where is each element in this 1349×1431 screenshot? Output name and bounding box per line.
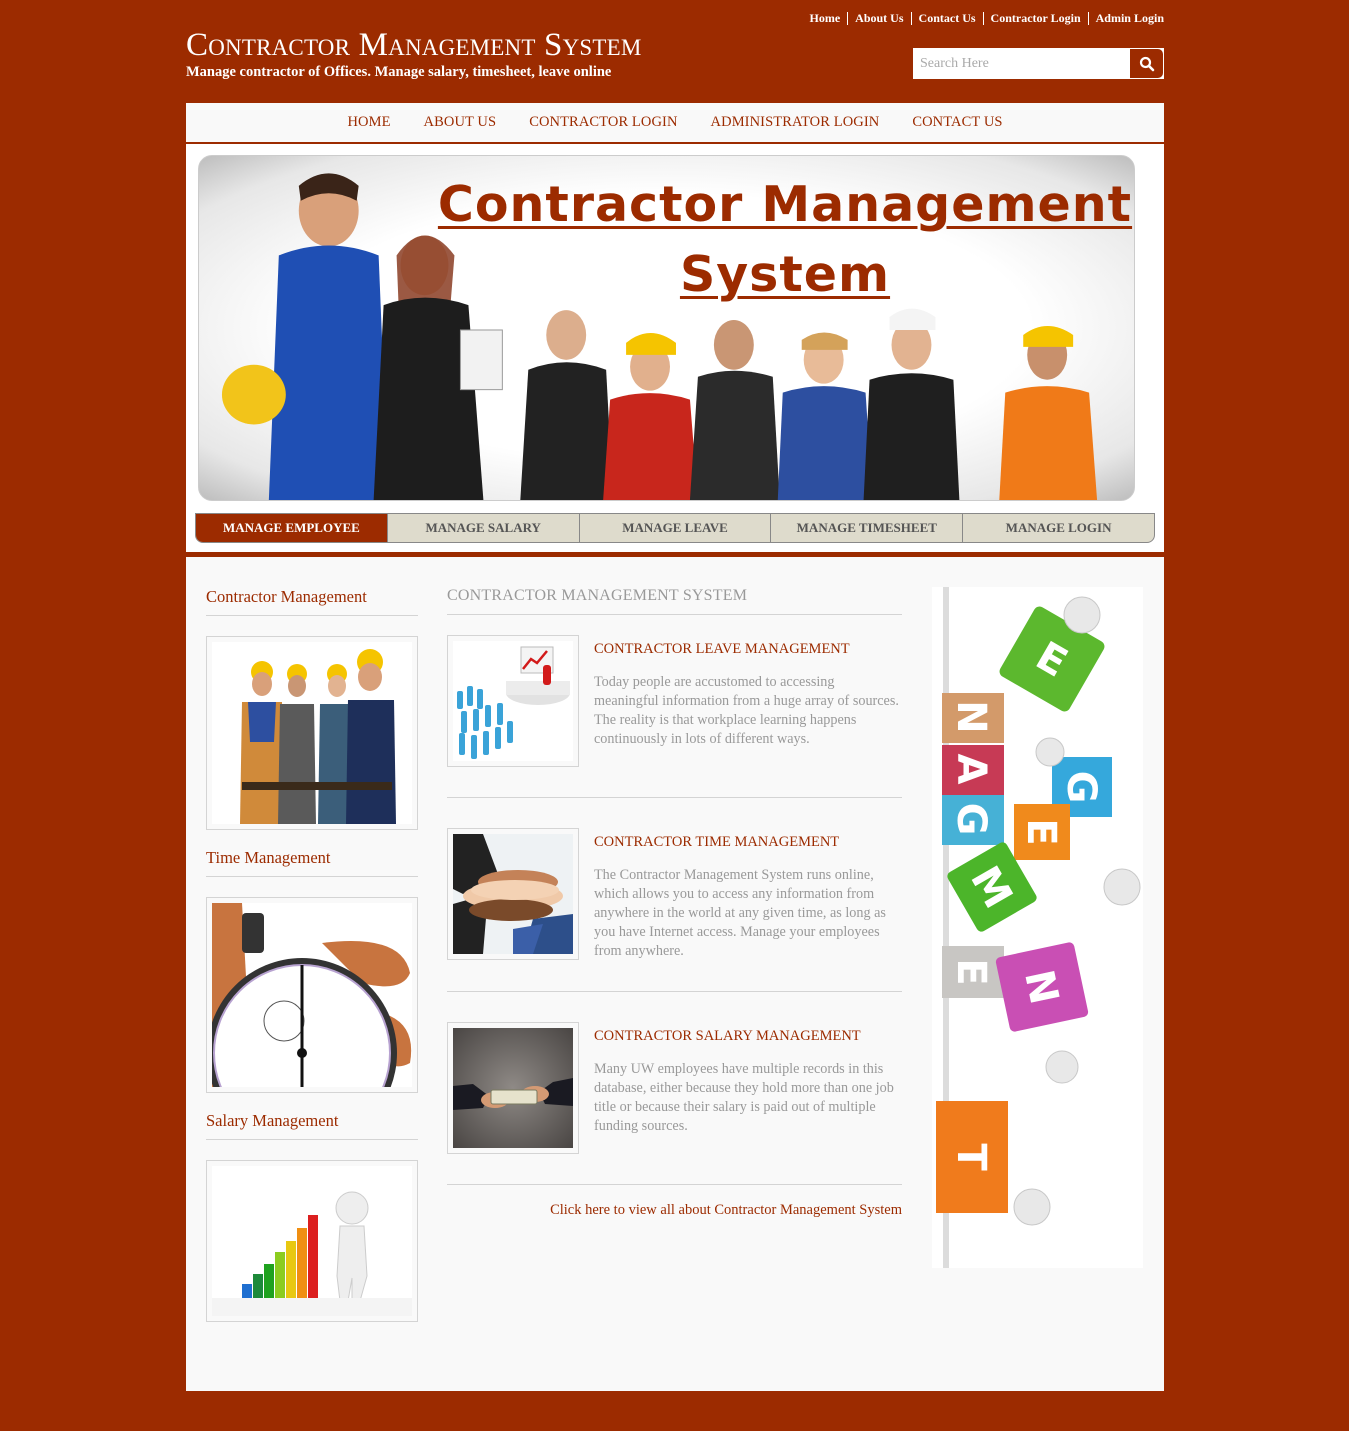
nav-administrator-login[interactable]: ADMINISTRATOR LOGIN <box>694 114 896 131</box>
feature-text: Many UW employees have multiple records … <box>594 1061 894 1134</box>
feature-title[interactable]: CONTRACTOR LEAVE MANAGEMENT <box>594 641 902 658</box>
manage-tabs: MANAGE EMPLOYEE MANAGE SALARY MANAGE LEA… <box>195 513 1155 543</box>
tab-manage-timesheet[interactable]: MANAGE TIMESHEET <box>770 514 962 542</box>
svg-text:E: E <box>1018 818 1064 845</box>
hero-banner: Contractor Management System <box>198 155 1135 501</box>
feature-image-frame <box>447 828 579 960</box>
presentation-crowd-figure <box>453 641 573 761</box>
stopwatch-photo <box>212 903 412 1087</box>
nav-contact-us[interactable]: CONTACT US <box>896 114 1019 131</box>
search-button[interactable] <box>1130 49 1163 78</box>
sidebar-heading-contractor: Contractor Management <box>206 587 418 616</box>
feature-text: Today people are accustomed to accessing… <box>594 674 899 747</box>
worker-group <box>520 308 1098 500</box>
banner-title: Contractor Management System <box>433 170 1134 310</box>
money-handover-photo <box>453 1028 573 1148</box>
top-links: Home About Us Contact Us Contractor Logi… <box>803 12 1164 25</box>
nav-about-us[interactable]: ABOUT US <box>407 114 513 131</box>
search-icon <box>1139 56 1154 71</box>
svg-text:A: A <box>948 754 994 785</box>
sidebar-image-frame <box>206 897 418 1093</box>
banner-area: Contractor Management System MANAGE EMPL… <box>186 144 1164 552</box>
site-brand: Contractor Management System Manage cont… <box>186 27 642 81</box>
site-title: Contractor Management System <box>186 27 642 63</box>
top-link-admin-login[interactable]: Admin Login <box>1087 12 1164 25</box>
team-hands-photo <box>453 834 573 954</box>
feature-title[interactable]: CONTRACTOR SALARY MANAGEMENT <box>594 1028 902 1045</box>
main-nav: HOME ABOUT US CONTRACTOR LOGIN ADMINISTR… <box>186 103 1164 144</box>
growth-bar-chart-figure <box>212 1166 412 1316</box>
feature-item: CONTRACTOR LEAVE MANAGEMENT Today people… <box>447 615 902 798</box>
tab-manage-leave[interactable]: MANAGE LEAVE <box>578 514 771 542</box>
view-all-link[interactable]: Click here to view all about Contractor … <box>550 1202 902 1218</box>
svg-text:E: E <box>948 958 994 985</box>
main-column: CONTRACTOR MANAGEMENT SYSTEM CONTRACTOR … <box>447 587 902 1219</box>
feature-item: CONTRACTOR TIME MANAGEMENT The Contracto… <box>447 798 902 992</box>
top-link-about[interactable]: About Us <box>847 12 910 25</box>
content-area: Contractor Management Time Management Sa… <box>186 557 1164 1391</box>
sidebar-heading-time: Time Management <box>206 848 418 877</box>
site-tagline: Manage contractor of Offices. Manage sal… <box>186 64 612 80</box>
search-box <box>913 48 1164 79</box>
management-letter-blocks: E N A G G E M E N T <box>932 587 1143 1268</box>
main-heading: CONTRACTOR MANAGEMENT SYSTEM <box>447 587 902 615</box>
tab-manage-login[interactable]: MANAGE LOGIN <box>962 514 1154 542</box>
search-input[interactable] <box>914 49 1130 78</box>
top-link-contractor-login[interactable]: Contractor Login <box>982 12 1088 25</box>
sidebar-image-frame <box>206 636 418 830</box>
nav-home[interactable]: HOME <box>331 114 407 131</box>
sidebar-image-frame <box>206 1160 418 1322</box>
feature-title[interactable]: CONTRACTOR TIME MANAGEMENT <box>594 834 902 851</box>
svg-text:T: T <box>948 1143 994 1171</box>
banner-title-line1: Contractor Management <box>437 176 1133 233</box>
more-link-row: Click here to view all about Contractor … <box>447 1199 902 1219</box>
banner-title-line2: System <box>679 246 891 303</box>
feature-text: The Contractor Management System runs on… <box>594 867 886 959</box>
feature-image-frame <box>447 635 579 767</box>
svg-text:G: G <box>948 803 994 836</box>
construction-workers-photo <box>212 642 412 824</box>
left-sidebar: Contractor Management Time Management Sa… <box>206 587 418 1322</box>
sidebar-heading-salary: Salary Management <box>206 1111 418 1140</box>
feature-item: CONTRACTOR SALARY MANAGEMENT Many UW emp… <box>447 992 902 1185</box>
feature-image-frame <box>447 1022 579 1154</box>
top-link-contact[interactable]: Contact Us <box>910 12 983 25</box>
tab-manage-employee[interactable]: MANAGE EMPLOYEE <box>196 514 387 542</box>
tab-manage-salary[interactable]: MANAGE SALARY <box>386 514 579 542</box>
svg-text:G: G <box>1058 771 1104 804</box>
svg-text:N: N <box>948 700 994 733</box>
top-link-home[interactable]: Home <box>803 12 848 25</box>
nav-contractor-login[interactable]: CONTRACTOR LOGIN <box>513 114 694 131</box>
worker-figure-blue <box>221 173 389 500</box>
